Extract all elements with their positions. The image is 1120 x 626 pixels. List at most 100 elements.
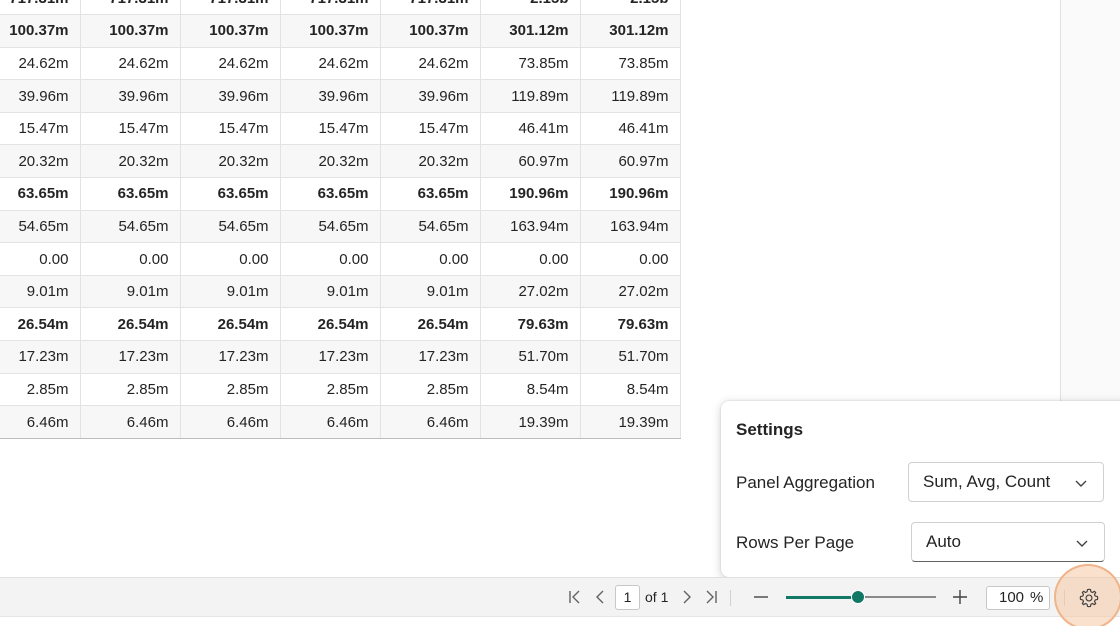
table-cell[interactable]: 26.54m (280, 307, 381, 342)
table-cell[interactable]: 100.37m (180, 14, 281, 48)
last-page-icon[interactable] (701, 587, 721, 607)
table-cell[interactable]: 6.46m (380, 405, 481, 439)
table-cell[interactable]: 60.97m (580, 144, 681, 179)
table-cell[interactable]: 54.65m (180, 210, 281, 244)
table-cell[interactable]: 54.65m (280, 210, 381, 244)
table-cell[interactable]: 9.01m (80, 275, 181, 309)
table-cell[interactable]: 17.23m (280, 340, 381, 374)
table-cell[interactable]: 63.65m (180, 177, 281, 211)
table-cell[interactable]: 0.00 (80, 242, 181, 276)
table-cell[interactable]: 2.85m (180, 373, 281, 407)
table-cell[interactable]: 0.00 (480, 242, 581, 276)
zoom-slider[interactable] (786, 590, 936, 604)
table-cell[interactable]: 46.41m (480, 112, 581, 146)
table-cell[interactable]: 0.00 (380, 242, 481, 276)
table-cell[interactable]: 8.54m (580, 373, 681, 407)
table-cell[interactable]: 0.00 (280, 242, 381, 276)
table-cell[interactable]: 717.31m (280, 0, 381, 16)
zoom-out-button[interactable] (751, 587, 771, 607)
table-cell[interactable]: 0.00 (580, 242, 681, 276)
table-cell[interactable]: 301.12m (480, 14, 581, 48)
table-cell[interactable]: 163.94m (580, 210, 681, 244)
table-cell[interactable]: 9.01m (180, 275, 281, 309)
table-cell[interactable]: 717.31m (0, 0, 81, 16)
table-cell[interactable]: 17.23m (80, 340, 181, 374)
table-cell[interactable]: 79.63m (580, 307, 681, 342)
page-number-input[interactable]: 1 (615, 585, 640, 610)
table-cell[interactable]: 54.65m (0, 210, 81, 244)
table-cell[interactable]: 24.62m (0, 47, 81, 81)
table-cell[interactable]: 63.65m (80, 177, 181, 211)
table-cell[interactable]: 26.54m (0, 307, 81, 342)
table-cell[interactable]: 2.85m (280, 373, 381, 407)
table-cell[interactable]: 0.00 (180, 242, 281, 276)
table-cell[interactable]: 15.47m (80, 112, 181, 146)
table-cell[interactable]: 63.65m (280, 177, 381, 211)
table-cell[interactable]: 15.47m (280, 112, 381, 146)
table-cell[interactable]: 6.46m (80, 405, 181, 439)
table-cell[interactable]: 9.01m (280, 275, 381, 309)
rows-per-page-dropdown[interactable]: Auto (911, 522, 1105, 562)
table-cell[interactable]: 51.70m (580, 340, 681, 374)
settings-button[interactable] (1054, 564, 1120, 626)
table-cell[interactable]: 15.47m (0, 112, 81, 146)
table-cell[interactable]: 6.46m (280, 405, 381, 439)
panel-aggregation-dropdown[interactable]: Sum, Avg, Count (908, 462, 1104, 502)
table-cell[interactable]: 2.15b (580, 0, 681, 16)
vertical-scroll-rail[interactable] (1060, 0, 1120, 402)
table-cell[interactable]: 39.96m (180, 79, 281, 113)
table-cell[interactable]: 2.85m (80, 373, 181, 407)
table-cell[interactable]: 2.15b (480, 0, 581, 16)
table-cell[interactable]: 46.41m (580, 112, 681, 146)
table-cell[interactable]: 6.46m (0, 405, 81, 439)
table-cell[interactable]: 190.96m (580, 177, 681, 211)
table-cell[interactable]: 20.32m (380, 144, 481, 179)
previous-page-icon[interactable] (590, 587, 610, 607)
table-cell[interactable]: 119.89m (580, 79, 681, 113)
table-cell[interactable]: 39.96m (80, 79, 181, 113)
table-cell[interactable]: 26.54m (380, 307, 481, 342)
table-cell[interactable]: 2.85m (0, 373, 81, 407)
table-cell[interactable]: 54.65m (80, 210, 181, 244)
table-cell[interactable]: 190.96m (480, 177, 581, 211)
table-cell[interactable]: 73.85m (580, 47, 681, 81)
table-cell[interactable]: 17.23m (180, 340, 281, 374)
table-cell[interactable]: 100.37m (380, 14, 481, 48)
table-cell[interactable]: 51.70m (480, 340, 581, 374)
table-cell[interactable]: 60.97m (480, 144, 581, 179)
table-cell[interactable]: 20.32m (180, 144, 281, 179)
table-cell[interactable]: 301.12m (580, 14, 681, 48)
zoom-in-button[interactable] (950, 587, 970, 607)
table-cell[interactable]: 20.32m (280, 144, 381, 179)
table-cell[interactable]: 26.54m (180, 307, 281, 342)
table-cell[interactable]: 20.32m (0, 144, 81, 179)
table-cell[interactable]: 24.62m (380, 47, 481, 81)
table-cell[interactable]: 26.54m (80, 307, 181, 342)
table-cell[interactable]: 54.65m (380, 210, 481, 244)
table-cell[interactable]: 0.00 (0, 242, 81, 276)
table-cell[interactable]: 73.85m (480, 47, 581, 81)
next-page-icon[interactable] (677, 587, 697, 607)
table-cell[interactable]: 717.31m (180, 0, 281, 16)
table-cell[interactable]: 20.32m (80, 144, 181, 179)
table-cell[interactable]: 119.89m (480, 79, 581, 113)
zoom-percent-input[interactable]: 100% (986, 586, 1050, 610)
first-page-icon[interactable] (565, 587, 585, 607)
table-cell[interactable]: 15.47m (380, 112, 481, 146)
table-cell[interactable]: 39.96m (280, 79, 381, 113)
table-cell[interactable]: 19.39m (480, 405, 581, 439)
table-cell[interactable]: 19.39m (580, 405, 681, 439)
table-cell[interactable]: 39.96m (380, 79, 481, 113)
table-cell[interactable]: 63.65m (380, 177, 481, 211)
table-cell[interactable]: 100.37m (280, 14, 381, 48)
table-cell[interactable]: 17.23m (380, 340, 481, 374)
table-cell[interactable]: 9.01m (0, 275, 81, 309)
table-cell[interactable]: 2.85m (380, 373, 481, 407)
table-cell[interactable]: 163.94m (480, 210, 581, 244)
table-cell[interactable]: 39.96m (0, 79, 81, 113)
table-cell[interactable]: 24.62m (180, 47, 281, 81)
table-cell[interactable]: 15.47m (180, 112, 281, 146)
table-cell[interactable]: 100.37m (80, 14, 181, 48)
table-cell[interactable]: 717.31m (80, 0, 181, 16)
table-cell[interactable]: 27.02m (480, 275, 581, 309)
